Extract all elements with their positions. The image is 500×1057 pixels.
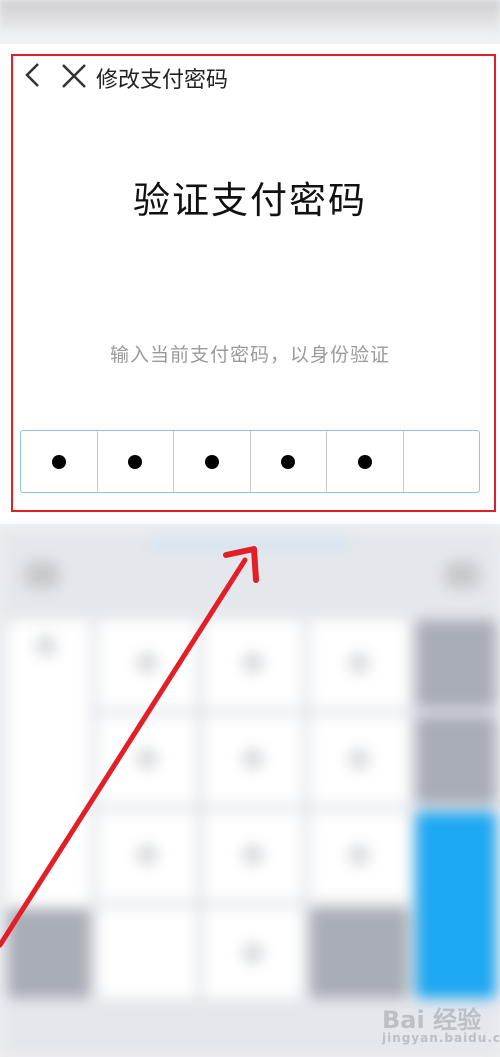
pin-dot: [357, 454, 372, 469]
watermark-text: Bai 经验: [382, 1006, 482, 1034]
pin-cell: [98, 431, 174, 492]
watermark-subtext: jingyan.baidu.com: [382, 1031, 500, 1045]
chevron-left-icon: [25, 63, 39, 87]
back-button[interactable]: [18, 58, 48, 92]
confirm-key[interactable]: [416, 812, 496, 998]
key[interactable]: [8, 908, 90, 998]
key[interactable]: [98, 908, 196, 998]
pin-cell: [21, 431, 98, 492]
key[interactable]: [416, 716, 496, 804]
pin-cell: [251, 431, 327, 492]
numeric-keyboard[interactable]: [0, 530, 500, 1057]
instruction-text: 输入当前支付密码，以身份验证: [109, 344, 390, 366]
keyboard-settings-icon[interactable]: [445, 562, 479, 588]
pin-input[interactable]: [20, 430, 480, 493]
backspace-key[interactable]: [416, 620, 496, 708]
page-title: 验证支付密码: [133, 179, 367, 222]
pin-cell: [174, 431, 251, 492]
nav-title: 修改支付密码: [96, 68, 229, 93]
pin-dot: [128, 454, 143, 469]
key[interactable]: [310, 908, 408, 998]
nav-bar: 修改支付密码: [0, 56, 500, 96]
pin-dot: [51, 454, 66, 469]
pin-cell: [404, 431, 480, 492]
keyboard-symbol-column[interactable]: [8, 620, 90, 910]
pin-cell: [327, 431, 404, 492]
keyboard-collapse-icon[interactable]: [25, 562, 59, 588]
close-icon: [62, 64, 86, 88]
close-button[interactable]: [58, 60, 90, 92]
status-bar: [0, 0, 500, 30]
pin-dot: [204, 454, 219, 469]
pin-dot: [281, 454, 296, 469]
baidu-jingyan-watermark: Bai 经验 jingyan.baidu.com: [382, 1000, 500, 1045]
